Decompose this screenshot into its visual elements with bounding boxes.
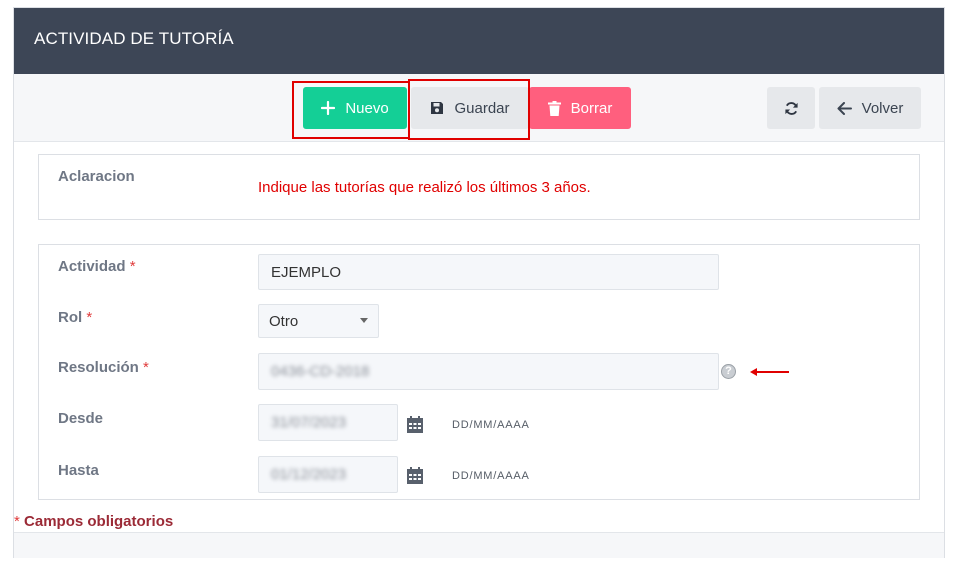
guardar-label: Guardar <box>454 99 510 117</box>
actividad-input[interactable]: EJEMPLO <box>258 254 719 290</box>
aclaracion-text: Indique las tutorías que realizó los últ… <box>258 179 591 196</box>
required-mark: * <box>143 359 149 376</box>
required-mark: * <box>129 258 136 275</box>
resolucion-label: Resolución * <box>58 359 149 376</box>
borrar-label: Borrar <box>570 99 613 117</box>
question-circle-icon[interactable]: ? <box>721 364 736 379</box>
volver-label: Volver <box>861 99 904 117</box>
plus-icon <box>321 101 336 115</box>
calendar-icon[interactable] <box>407 467 423 484</box>
refresh-button[interactable] <box>767 87 815 129</box>
page-title: ACTIVIDAD DE TUTORÍA <box>34 29 234 48</box>
toolbar: Nuevo Guardar Borrar Volver <box>14 74 944 142</box>
volver-button[interactable]: Volver <box>819 87 921 129</box>
aclaracion-box: Aclaracion Indique las tutorías que real… <box>38 154 920 220</box>
chevron-down-icon <box>360 318 368 323</box>
hasta-input[interactable]: 01/12/2023 <box>258 456 398 493</box>
resolucion-label-text: Resolución <box>58 359 139 376</box>
tutoria-panel: ACTIVIDAD DE TUTORÍA Nuevo Guardar Borra… <box>13 7 945 558</box>
red-arrow-left-icon <box>750 368 789 376</box>
refresh-icon <box>784 101 799 116</box>
guardar-button[interactable]: Guardar <box>411 87 529 129</box>
nuevo-label: Nuevo <box>345 99 389 117</box>
required-mark: * <box>14 513 20 530</box>
rol-selected-value: Otro <box>269 312 299 330</box>
desde-format-hint: DD/MM/AAAA <box>452 419 530 431</box>
panel-footer <box>14 532 944 558</box>
hasta-format-hint: DD/MM/AAAA <box>452 470 530 482</box>
required-fields-text: Campos obligatorios <box>24 513 174 530</box>
borrar-button[interactable]: Borrar <box>529 87 631 129</box>
required-fields-note: * Campos obligatorios <box>14 513 173 530</box>
desde-input[interactable]: 31/07/2023 <box>258 404 398 441</box>
actividad-label-text: Actividad <box>58 258 126 275</box>
trash-icon <box>547 100 561 116</box>
calendar-icon[interactable] <box>407 416 423 433</box>
rol-select[interactable]: Otro <box>258 304 379 338</box>
resolucion-input[interactable]: 0436-CD-2018 <box>258 353 719 390</box>
arrow-left-icon <box>837 101 852 115</box>
panel-header: ACTIVIDAD DE TUTORÍA <box>14 8 944 74</box>
rol-label: Rol * <box>58 309 92 326</box>
actividad-label: Actividad * <box>58 258 136 275</box>
rol-label-text: Rol <box>58 309 83 326</box>
desde-value: 31/07/2023 <box>271 414 347 431</box>
required-mark: * <box>86 309 93 326</box>
resolucion-value: 0436-CD-2018 <box>271 363 370 380</box>
hasta-value: 01/12/2023 <box>271 466 347 483</box>
floppy-disk-icon <box>430 101 444 115</box>
desde-label: Desde <box>58 410 104 427</box>
nuevo-button[interactable]: Nuevo <box>303 87 407 129</box>
form-box: Actividad * EJEMPLO Rol * Otro Resolució… <box>38 244 920 500</box>
hasta-label: Hasta <box>58 462 99 479</box>
aclaracion-label: Aclaracion <box>58 168 135 185</box>
